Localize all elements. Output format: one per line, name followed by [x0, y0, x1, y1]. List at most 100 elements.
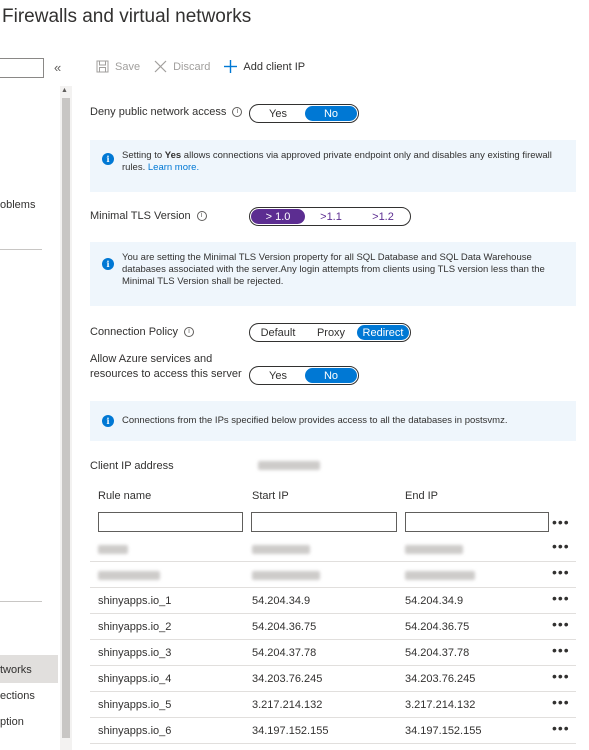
deny-public-label-row: Deny public network access i [90, 106, 243, 118]
plus-icon [224, 60, 238, 73]
redacted-end-ip [405, 571, 475, 580]
new-end-ip-input[interactable] [405, 512, 549, 532]
allow-azure-toggle[interactable]: Yes No [249, 366, 359, 385]
end-ip-cell: 3.217.214.132 [405, 699, 476, 711]
deny-public-label: Deny public network access [90, 106, 227, 118]
end-ip-cell: 54.204.36.75 [405, 621, 470, 633]
rule-name-cell: shinyapps.io_5 [98, 699, 172, 711]
tls-version-toggle[interactable]: > 1.0 >1.1 >1.2 [249, 207, 411, 226]
allow-azure-label: Allow Azure services and resources to ac… [90, 352, 242, 382]
discard-label: Discard [173, 60, 211, 73]
sidebar-scrollbar-thumb[interactable] [62, 98, 70, 738]
column-header-end-ip: End IP [405, 490, 439, 502]
table-row[interactable]: shinyapps.io_1 54.204.34.9 54.204.34.9 •… [90, 588, 576, 614]
column-header-start-ip: Start IP [252, 490, 289, 502]
rule-name-cell: shinyapps.io_4 [98, 673, 172, 685]
sidebar-divider [0, 601, 42, 602]
info1-text-before: Setting to [122, 150, 165, 161]
start-ip-cell: 34.197.152.155 [252, 725, 329, 737]
table-row[interactable]: ••• [90, 562, 576, 588]
policy-option-default[interactable]: Default [251, 325, 305, 340]
deny-public-option-no[interactable]: No [305, 106, 357, 121]
start-ip-cell: 34.203.76.245 [252, 673, 323, 685]
redacted-rule-name [98, 571, 160, 580]
new-rule-name-input[interactable] [98, 512, 243, 532]
sidebar-item-networks[interactable]: tworks [0, 664, 32, 676]
info2-text: You are setting the Minimal TLS Version … [122, 252, 545, 287]
rule-name-cell: shinyapps.io_6 [98, 725, 172, 737]
row-more-icon[interactable]: ••• [552, 564, 570, 580]
deny-public-info-box: i Setting to Yes allows connections via … [90, 140, 576, 192]
table-row[interactable]: shinyapps.io_2 54.204.36.75 54.204.36.75… [90, 614, 576, 640]
row-more-icon[interactable]: ••• [552, 616, 570, 632]
sidebar-item-connections[interactable]: ections [0, 690, 35, 702]
rule-name-cell: shinyapps.io_1 [98, 595, 172, 607]
more-options-icon[interactable]: ••• [552, 514, 570, 530]
new-start-ip-input[interactable] [251, 512, 397, 532]
start-ip-cell: 54.204.34.9 [252, 595, 311, 607]
sidebar-item-subscription[interactable]: ption [0, 716, 24, 728]
policy-option-proxy[interactable]: Proxy [305, 325, 357, 340]
redacted-end-ip [405, 545, 463, 554]
sidebar-divider [0, 249, 42, 250]
info-icon: i [102, 153, 114, 165]
info-icon: i [102, 258, 114, 270]
discard-button[interactable]: Discard [154, 60, 210, 73]
connection-policy-toggle[interactable]: Default Proxy Redirect [249, 323, 411, 342]
redacted-start-ip [252, 545, 310, 554]
allow-azure-option-no[interactable]: No [305, 368, 357, 383]
start-ip-cell: 3.217.214.132 [252, 699, 323, 711]
table-row[interactable]: shinyapps.io_6 34.197.152.155 34.197.152… [90, 718, 576, 744]
start-ip-cell: 54.204.37.78 [252, 647, 317, 659]
add-client-ip-button[interactable]: Add client IP [224, 60, 305, 73]
deny-public-option-yes[interactable]: Yes [251, 106, 305, 121]
redacted-rule-name [98, 545, 128, 554]
info3-text: Connections from the IPs specified below… [122, 415, 508, 426]
collapse-sidebar-icon[interactable]: « [54, 60, 61, 75]
table-row[interactable]: shinyapps.io_3 54.204.37.78 54.204.37.78… [90, 640, 576, 666]
info-icon[interactable]: i [196, 211, 207, 222]
connections-info-box: i Connections from the IPs specified bel… [90, 401, 576, 441]
rule-name-cell: shinyapps.io_3 [98, 647, 172, 659]
row-more-icon[interactable]: ••• [552, 590, 570, 606]
tls-option-1-1[interactable]: >1.1 [305, 209, 357, 224]
connection-policy-label-row: Connection Policy i [90, 326, 195, 338]
row-more-icon[interactable]: ••• [552, 538, 570, 554]
end-ip-cell: 54.204.34.9 [405, 595, 464, 607]
tls-option-1-2[interactable]: >1.2 [357, 209, 409, 224]
start-ip-cell: 54.204.36.75 [252, 621, 317, 633]
page-title: Firewalls and virtual networks [2, 6, 252, 27]
info-icon[interactable]: i [232, 107, 243, 118]
row-more-icon[interactable]: ••• [552, 642, 570, 658]
info-icon[interactable]: i [184, 327, 195, 338]
table-row[interactable]: ••• [90, 536, 576, 562]
save-label: Save [115, 60, 141, 73]
scroll-up-arrow-icon[interactable]: ▲ [61, 87, 68, 94]
row-more-icon[interactable]: ••• [552, 694, 570, 710]
row-more-icon[interactable]: ••• [552, 668, 570, 684]
add-client-ip-label: Add client IP [243, 60, 306, 73]
table-row[interactable]: shinyapps.io_4 34.203.76.245 34.203.76.2… [90, 666, 576, 692]
tls-info-box: i You are setting the Minimal TLS Versio… [90, 242, 576, 306]
sidebar-item-problems[interactable]: oblems [0, 199, 35, 211]
row-more-icon[interactable]: ••• [552, 720, 570, 736]
allow-azure-label-line1: Allow Azure services and [90, 353, 213, 365]
tls-label: Minimal TLS Version [90, 210, 191, 222]
end-ip-cell: 34.197.152.155 [405, 725, 482, 737]
sidebar-search-input[interactable] [0, 58, 44, 78]
column-header-rule-name: Rule name [98, 490, 152, 502]
table-row[interactable]: shinyapps.io_5 3.217.214.132 3.217.214.1… [90, 692, 576, 718]
allow-azure-option-yes[interactable]: Yes [251, 368, 305, 383]
tls-option-1-0[interactable]: > 1.0 [251, 209, 305, 224]
policy-option-redirect[interactable]: Redirect [357, 325, 409, 340]
end-ip-cell: 54.204.37.78 [405, 647, 470, 659]
client-ip-value-redacted [258, 461, 320, 470]
connection-policy-label: Connection Policy [90, 326, 179, 338]
toolbar: Save Discard Add client IP [96, 60, 305, 73]
learn-more-link[interactable]: Learn more. [148, 162, 199, 173]
allow-azure-label-line2: resources to access this server [90, 368, 242, 380]
save-button[interactable]: Save [96, 60, 140, 73]
redacted-start-ip [252, 571, 320, 580]
close-icon [154, 60, 167, 73]
deny-public-toggle[interactable]: Yes No [249, 104, 359, 123]
